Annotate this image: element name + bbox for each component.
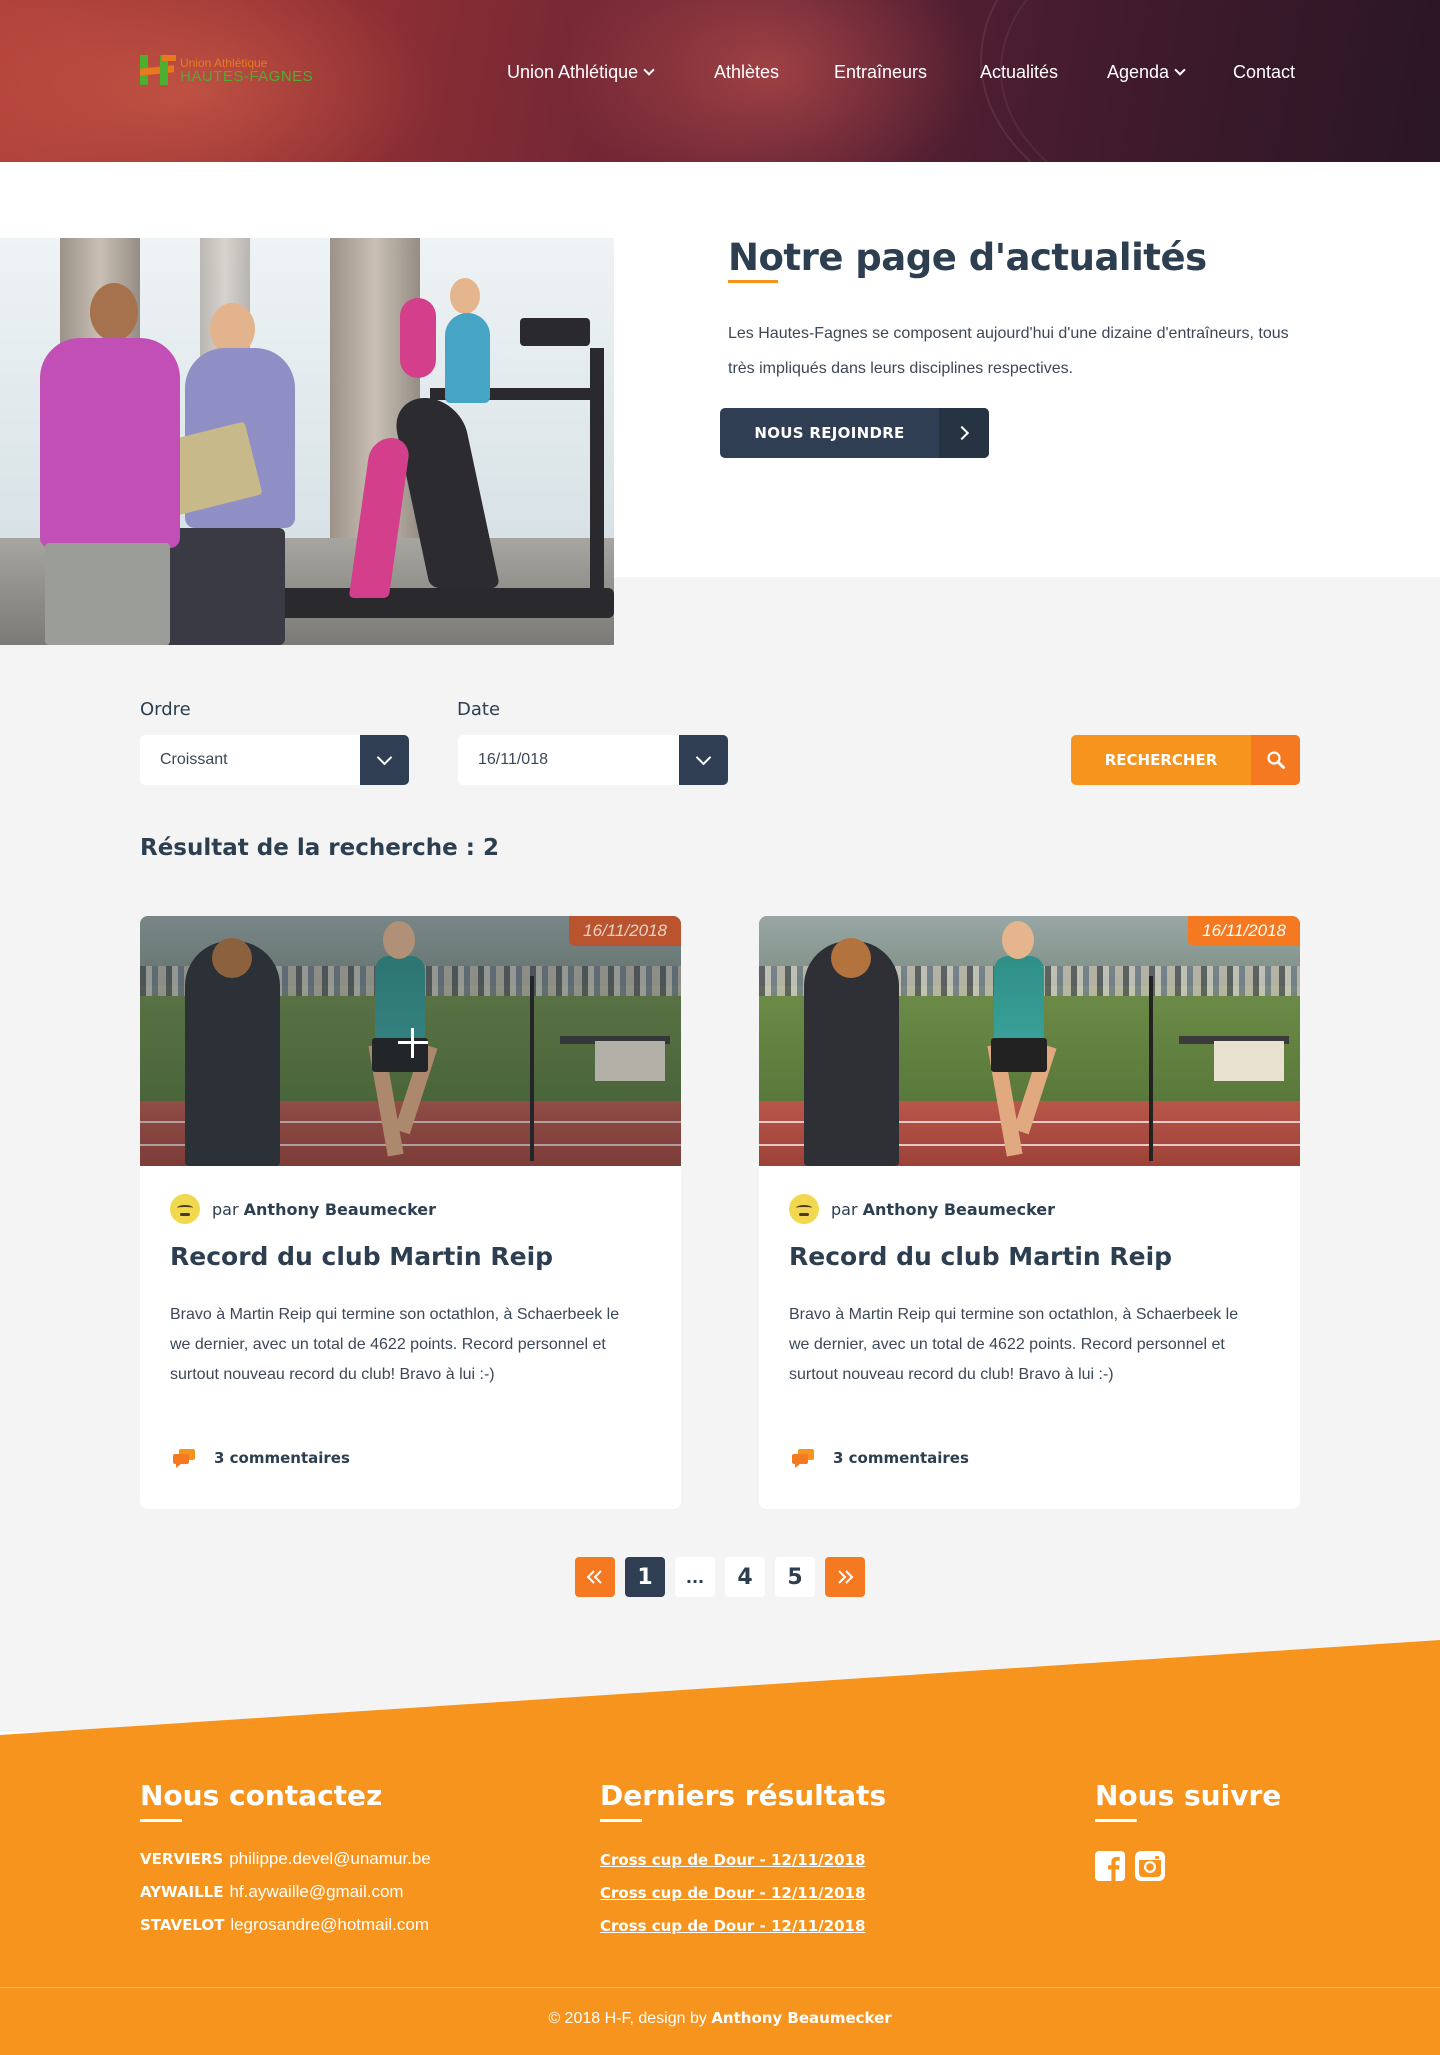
- nav-item-label: Athlètes: [714, 62, 780, 82]
- copyright-author[interactable]: Anthony Beaumecker: [711, 2009, 891, 2027]
- plus-icon[interactable]: [398, 1028, 428, 1058]
- footer-results-title: Derniers résultats: [600, 1779, 887, 1812]
- author-prefix: par: [831, 1199, 858, 1219]
- nav-item-label: Union Athlétique: [507, 62, 639, 82]
- results-count: Résultat de la recherche : 2: [140, 835, 499, 861]
- footer-contact-row: AYWAILLE hf.aywaille@gmail.com: [140, 1882, 404, 1902]
- contact-city: AYWAILLE: [140, 1883, 224, 1901]
- chevron-right-icon: [939, 408, 989, 458]
- article-date-badge: 16/11/2018: [1188, 916, 1300, 946]
- comments-count: 3 commentaires: [214, 1449, 350, 1467]
- copyright-text: © 2018 H-F, design by: [548, 2010, 707, 2027]
- page-title: Notre page d'actualités: [728, 236, 1207, 279]
- nav-item-union-athletique[interactable]: Union Athlétique: [507, 62, 655, 83]
- article-excerpt: Bravo à Martin Reip qui termine son octa…: [170, 1306, 620, 1383]
- article-image[interactable]: [759, 916, 1300, 1166]
- site-header: Union Athlétique HAUTES-FAGNES Union Ath…: [0, 0, 1440, 162]
- join-button-label: NOUS REJOINDRE: [754, 424, 905, 442]
- search-button-label: RECHERCHER: [1104, 751, 1218, 769]
- nav-item-contact[interactable]: Contact: [1233, 62, 1295, 83]
- date-select-value: 16/11/018: [478, 751, 548, 768]
- article-title[interactable]: Record du club Martin Reip: [789, 1242, 1172, 1271]
- footer-title-underline: [1095, 1819, 1137, 1822]
- order-select-value: Croissant: [160, 751, 228, 768]
- hero-description: Les Hautes-Fagnes se composent aujourd'h…: [728, 325, 1289, 377]
- author-text: par Anthony Beaumecker: [212, 1200, 436, 1219]
- contact-city: VERVIERS: [140, 1850, 224, 1868]
- nav-item-label: Entraîneurs: [834, 62, 928, 82]
- pagination-page-current[interactable]: 1: [625, 1557, 665, 1597]
- author-text: par Anthony Beaumecker: [831, 1200, 1055, 1219]
- search-button[interactable]: RECHERCHER: [1071, 735, 1300, 785]
- footer-title-underline: [600, 1819, 642, 1822]
- footer-contact-title: Nous contactez: [140, 1779, 383, 1812]
- avatar: [170, 1194, 200, 1224]
- author-name[interactable]: Anthony Beaumecker: [244, 1200, 436, 1219]
- double-chevron-right-icon: [838, 1570, 854, 1584]
- article-card[interactable]: 16/11/2018 par Anthony Beaumecker Record…: [759, 916, 1300, 1509]
- article-card[interactable]: 16/11/2018 par Anthony Beaumecker Record…: [140, 916, 681, 1509]
- chevron-down-icon: [1174, 64, 1186, 76]
- main-nav: Union Athlétique Athlètes Entraîneurs Ac…: [0, 62, 1440, 88]
- footer-title-underline: [140, 1819, 182, 1822]
- chevron-down-icon: [360, 735, 409, 785]
- instagram-icon[interactable]: [1135, 1851, 1165, 1881]
- comments-link[interactable]: 3 commentaires: [172, 1448, 350, 1468]
- contact-city: STAVELOT: [140, 1916, 225, 1934]
- facebook-icon[interactable]: [1095, 1851, 1125, 1881]
- footer-result-link[interactable]: Cross cup de Dour - 12/11/2018: [600, 1851, 865, 1869]
- nav-item-label: Actualités: [980, 62, 1059, 82]
- nav-item-agenda[interactable]: Agenda: [1107, 62, 1186, 83]
- join-button[interactable]: NOUS REJOINDRE: [720, 408, 989, 458]
- article-title[interactable]: Record du club Martin Reip: [170, 1242, 553, 1271]
- nav-item-actualites[interactable]: Actualités: [980, 62, 1058, 83]
- chevron-down-icon: [643, 64, 655, 76]
- footer-divider: [0, 1987, 1440, 1988]
- date-label: Date: [457, 699, 501, 720]
- contact-email[interactable]: hf.aywaille@gmail.com: [229, 1882, 403, 1901]
- date-select[interactable]: 16/11/018: [458, 735, 728, 785]
- search-icon: [1251, 735, 1300, 785]
- pagination-next[interactable]: [825, 1557, 865, 1597]
- avatar: [789, 1194, 819, 1224]
- author-prefix: par: [212, 1199, 239, 1219]
- chevron-down-icon: [679, 735, 728, 785]
- footer-result-link[interactable]: Cross cup de Dour - 12/11/2018: [600, 1917, 865, 1935]
- article-author: par Anthony Beaumecker: [789, 1194, 1055, 1224]
- pagination-ellipsis: ...: [675, 1557, 715, 1597]
- nav-item-label: Agenda: [1107, 62, 1170, 82]
- article-date-badge: 16/11/2018: [569, 916, 681, 946]
- author-name[interactable]: Anthony Beaumecker: [863, 1200, 1055, 1219]
- pagination-page[interactable]: 4: [725, 1557, 765, 1597]
- copyright: © 2018 H-F, design by Anthony Beaumecker: [0, 2009, 1440, 2028]
- title-underline: [728, 280, 778, 283]
- order-select[interactable]: Croissant: [140, 735, 409, 785]
- nav-item-label: Contact: [1233, 62, 1296, 82]
- comments-count: 3 commentaires: [833, 1449, 969, 1467]
- contact-email[interactable]: philippe.devel@unamur.be: [229, 1849, 431, 1868]
- contact-email[interactable]: legrosandre@hotmail.com: [230, 1915, 429, 1934]
- footer-result-link[interactable]: Cross cup de Dour - 12/11/2018: [600, 1884, 865, 1902]
- pagination-prev[interactable]: [575, 1557, 615, 1597]
- footer-contact-row: VERVIERS philippe.devel@unamur.be: [140, 1849, 431, 1869]
- pagination-page[interactable]: 5: [775, 1557, 815, 1597]
- article-excerpt: Bravo à Martin Reip qui termine son octa…: [789, 1306, 1239, 1383]
- double-chevron-left-icon: [586, 1570, 602, 1584]
- comments-link[interactable]: 3 commentaires: [791, 1448, 969, 1468]
- comments-icon: [173, 1449, 195, 1468]
- hero-gym-image: [0, 238, 614, 645]
- nav-item-athletes[interactable]: Athlètes: [714, 62, 779, 83]
- order-label: Ordre: [140, 699, 191, 720]
- footer-follow-title: Nous suivre: [1095, 1779, 1282, 1812]
- article-author: par Anthony Beaumecker: [170, 1194, 436, 1224]
- footer-contact-row: STAVELOT legrosandre@hotmail.com: [140, 1915, 429, 1935]
- comments-icon: [792, 1449, 814, 1468]
- nav-item-entraineurs[interactable]: Entraîneurs: [834, 62, 927, 83]
